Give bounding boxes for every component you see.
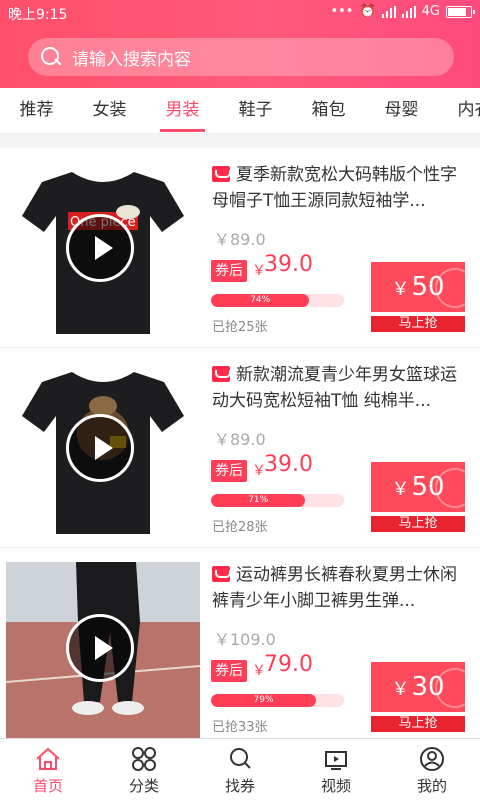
tabbar-video[interactable]: 视频 bbox=[288, 739, 384, 800]
product-title[interactable]: 运动裤男长裤春秋夏男士休闲裤青少年小脚卫裤男生弹... bbox=[212, 562, 466, 614]
coupon-amount: ￥50 bbox=[371, 462, 465, 512]
product-card[interactable]: 运动裤男长裤春秋夏男士休闲裤青少年小脚卫裤男生弹... ￥109.0 券后 ￥ … bbox=[0, 548, 480, 748]
category-icon bbox=[132, 747, 156, 771]
grab-button[interactable]: 马上抢 bbox=[371, 316, 465, 332]
play-icon[interactable] bbox=[66, 614, 134, 682]
tab-recommend[interactable]: 推荐 bbox=[0, 88, 73, 133]
status-time: 晚上9:15 bbox=[8, 7, 68, 23]
original-price: ￥109.0 bbox=[214, 630, 276, 649]
sold-count: 已抢25张 bbox=[212, 320, 268, 335]
product-image[interactable] bbox=[6, 362, 200, 538]
product-card[interactable]: One piece 夏季新款宽松大码韩版个性字母帽子T恤王源同款短袖学... ￥… bbox=[0, 148, 480, 348]
product-title[interactable]: 新款潮流夏青少年男女篮球运动大码宽松短袖T恤 纯棉半... bbox=[212, 362, 466, 414]
grab-button[interactable]: 马上抢 bbox=[371, 516, 465, 532]
sold-count: 已抢28张 bbox=[212, 520, 268, 535]
tabbar-label: 我的 bbox=[416, 777, 447, 795]
final-price: 39.0 bbox=[264, 252, 313, 277]
tabbar-label: 找券 bbox=[224, 777, 255, 795]
tmall-icon bbox=[212, 366, 231, 382]
coupon-after-tag: 券后 bbox=[211, 660, 247, 682]
profile-icon bbox=[420, 747, 444, 771]
video-icon bbox=[325, 751, 347, 770]
search-placeholder: 请输入搜索内容 bbox=[72, 49, 191, 70]
play-icon[interactable] bbox=[66, 414, 134, 482]
search-icon bbox=[40, 46, 62, 68]
grab-button[interactable]: 马上抢 bbox=[371, 716, 465, 732]
progress-fill: 74% bbox=[211, 294, 310, 307]
product-image[interactable] bbox=[6, 562, 200, 738]
progress-fill: 71% bbox=[211, 494, 306, 507]
tab-baby[interactable]: 母婴 bbox=[365, 88, 438, 133]
tabbar-label: 分类 bbox=[128, 777, 159, 795]
coupon-after-tag: 券后 bbox=[211, 260, 247, 282]
tabbar-home[interactable]: 首页 bbox=[0, 739, 96, 800]
home-icon bbox=[36, 747, 60, 770]
search-icon bbox=[230, 748, 251, 769]
original-price: ￥89.0 bbox=[214, 430, 266, 449]
coupon-amount: ￥30 bbox=[371, 662, 465, 712]
tabbar-profile[interactable]: 我的 bbox=[384, 739, 480, 800]
progress-fill: 79% bbox=[211, 694, 317, 707]
coupon-ticket[interactable]: ￥30 马上抢 bbox=[371, 662, 465, 732]
progress-bar: 71% bbox=[211, 494, 344, 507]
more-dots-icon: ••• bbox=[330, 4, 354, 19]
tab-women[interactable]: 女装 bbox=[73, 88, 146, 133]
play-icon[interactable] bbox=[66, 214, 134, 282]
tmall-icon bbox=[212, 566, 231, 582]
sold-count: 已抢33张 bbox=[212, 720, 268, 735]
coupon-amount: ￥50 bbox=[371, 262, 465, 312]
network-type: 4G bbox=[421, 4, 440, 19]
tabbar-find-coupon[interactable]: 找券 bbox=[192, 739, 288, 800]
signal-icon bbox=[381, 5, 396, 18]
progress-bar: 79% bbox=[211, 694, 344, 707]
tab-shoes[interactable]: 鞋子 bbox=[219, 88, 292, 133]
coupon-ticket[interactable]: ￥50 马上抢 bbox=[371, 262, 465, 332]
tmall-icon bbox=[212, 166, 231, 182]
final-price: 79.0 bbox=[264, 652, 313, 677]
coupon-after-tag: 券后 bbox=[211, 460, 247, 482]
product-title[interactable]: 夏季新款宽松大码韩版个性字母帽子T恤王源同款短袖学... bbox=[212, 162, 466, 214]
final-price: 39.0 bbox=[264, 452, 313, 477]
app-header: 晚上9:15 ••• ⏰ 4G 请输入搜索内容 bbox=[0, 0, 480, 88]
search-bar[interactable]: 请输入搜索内容 bbox=[28, 38, 454, 76]
progress-bar: 74% bbox=[211, 294, 344, 307]
original-price: ￥89.0 bbox=[214, 230, 266, 249]
battery-icon bbox=[446, 5, 475, 18]
product-card[interactable]: 新款潮流夏青少年男女篮球运动大码宽松短袖T恤 纯棉半... ￥89.0 券后 ￥… bbox=[0, 348, 480, 548]
alarm-icon: ⏰ bbox=[359, 4, 376, 19]
status-bar: 晚上9:15 ••• ⏰ 4G bbox=[0, 0, 480, 26]
tabbar-label: 视频 bbox=[320, 777, 351, 795]
tabbar-label: 首页 bbox=[32, 777, 63, 795]
bottom-tab-bar: 首页 分类 找券 视频 我的 bbox=[0, 738, 480, 800]
tab-underwear[interactable]: 内衣 bbox=[438, 88, 480, 133]
coupon-ticket[interactable]: ￥50 马上抢 bbox=[371, 462, 465, 532]
status-icons: ••• ⏰ 4G bbox=[330, 4, 475, 19]
product-list: One piece 夏季新款宽松大码韩版个性字母帽子T恤王源同款短袖学... ￥… bbox=[0, 148, 480, 748]
tab-men[interactable]: 男装 bbox=[146, 88, 219, 133]
product-image[interactable]: One piece bbox=[6, 162, 200, 338]
category-tabs: 推荐 女装 男装 鞋子 箱包 母婴 内衣 bbox=[0, 88, 480, 134]
tabbar-category[interactable]: 分类 bbox=[96, 739, 192, 800]
tab-bags[interactable]: 箱包 bbox=[292, 88, 365, 133]
signal-2-icon bbox=[401, 5, 416, 18]
